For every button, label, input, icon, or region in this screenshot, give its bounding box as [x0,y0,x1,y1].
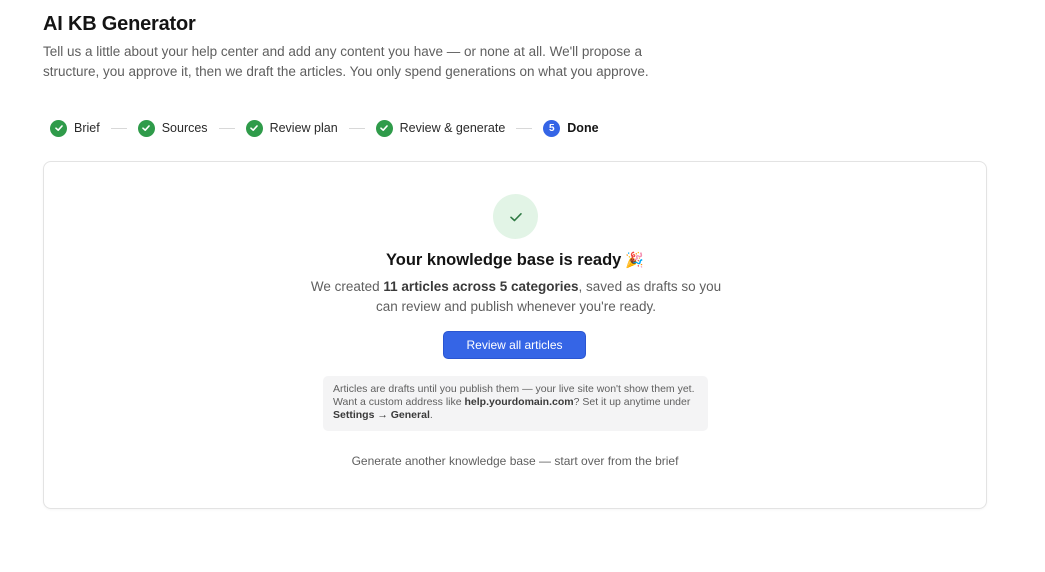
step-label: Review & generate [399,121,506,135]
step-label: Review plan [269,121,338,135]
result-desc-count: 11 articles across 5 categories [383,279,579,294]
party-popper-icon: 🎉 [625,252,645,269]
page-intro: Tell us a little about your help center … [43,44,649,79]
step-number-badge: 5 [543,119,561,137]
check-icon [245,119,263,137]
step-label: Sources [161,121,208,135]
step-review-generate[interactable]: Review & generate [375,119,506,137]
step-label: Brief [74,121,100,135]
result-title-text: Your knowledge base is ready [385,251,622,269]
check-icon [50,119,67,137]
note-line-1: Articles are drafts until you publish th… [333,383,695,395]
progress-stepper: Brief Sources Review plan Review & gener… [50,119,599,137]
review-all-articles-button[interactable]: Review all articles [443,331,586,359]
result-description: We created 11 articles across 5 categori… [304,277,728,316]
custom-domain-example: help.yourdomain.com [464,396,574,408]
start-over-link[interactable]: Generate another knowledge base — start … [44,454,986,468]
step-done[interactable]: 5 Done [543,119,599,137]
result-card: Your knowledge base is ready 🎉 We created… [43,161,987,509]
step-connector [516,127,533,129]
note-end: . [429,409,433,421]
note-line-2-suffix: ? Set it up anytime under [573,396,691,408]
check-icon [137,119,155,137]
step-brief[interactable]: Brief [50,119,100,137]
page-title: AI KB Generator [43,13,196,35]
step-label: Done [567,121,599,135]
draft-info-note: Articles are drafts until you publish th… [323,376,708,431]
step-connector [218,127,235,129]
step-review-plan[interactable]: Review plan [245,119,338,137]
result-title: Your knowledge base is ready 🎉 [44,251,986,270]
step-connector [348,127,365,129]
note-line-2-prefix: Want a custom address like [333,396,465,408]
result-desc-prefix: We created [310,279,384,294]
step-sources[interactable]: Sources [137,119,208,137]
step-connector [110,127,127,129]
page-header: AI KB Generator Tell us a little about y… [43,12,663,81]
check-icon [375,119,393,137]
success-check-icon [493,194,538,239]
settings-path: Settings → General [333,409,430,421]
